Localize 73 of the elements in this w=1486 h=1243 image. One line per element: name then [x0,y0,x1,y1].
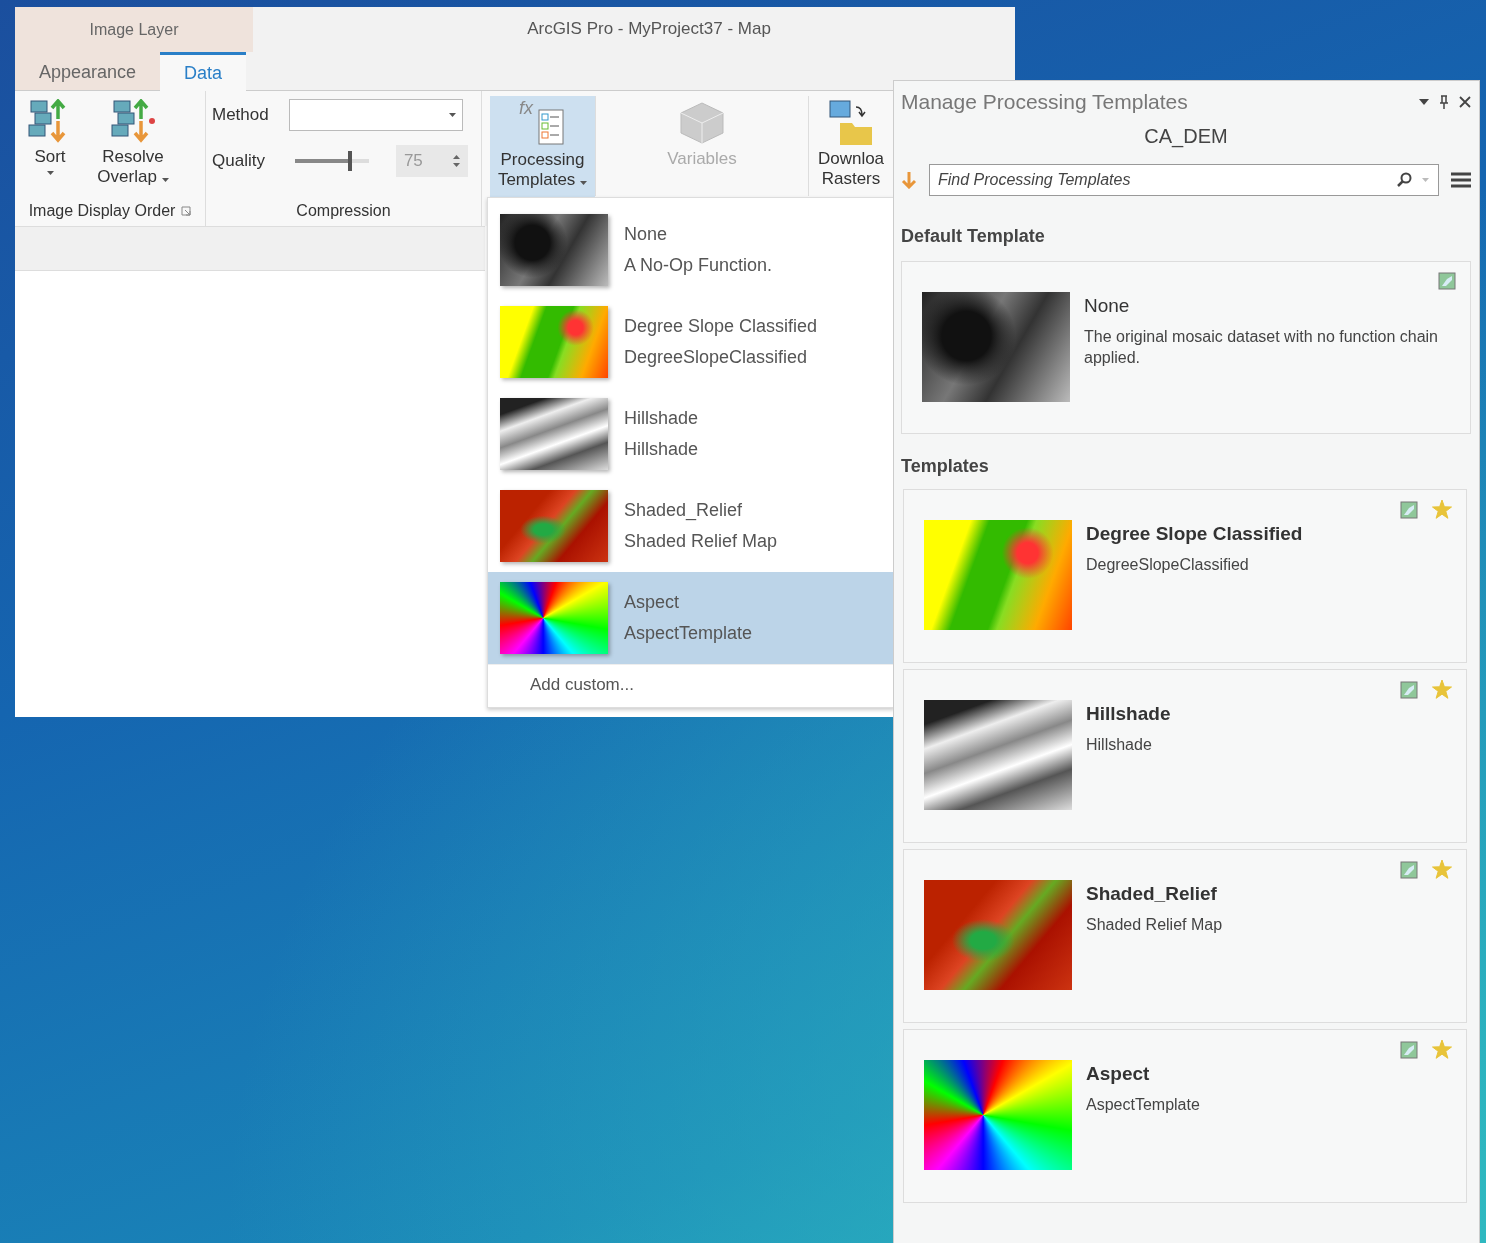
pane-title: Manage Processing Templates [901,90,1188,114]
template-name: Aspect [624,592,681,613]
template-name: None [1084,295,1131,317]
template-name: Hillshade [1086,703,1171,725]
download-folder-icon [828,99,874,145]
template-name: Aspect [1086,1063,1151,1085]
resolve-overlap-button[interactable]: Resolve Overlap [93,97,173,202]
star-icon[interactable] [1432,680,1452,699]
caret-icon [46,170,54,175]
template-description: AspectTemplate [1086,1095,1200,1115]
template-card[interactable]: Hillshade Hillshade [903,669,1467,843]
group-label: Image Display Order [28,202,176,220]
pin-icon[interactable] [1439,95,1449,109]
ribbon-tab[interactable]: Appearance [15,52,161,90]
template-card[interactable]: Aspect AspectTemplate [903,1029,1467,1203]
layer-name: CA_DEM [1143,125,1229,148]
menu-icon[interactable] [1451,172,1471,188]
ribbon-tab[interactable]: Data [160,52,247,91]
star-icon[interactable] [1432,500,1452,519]
template-description: DegreeSlopeClassified [624,347,809,368]
window-title: ArcGIS Pro - MyProject37 - Map [526,18,772,40]
template-description: AspectTemplate [624,623,753,644]
template-card[interactable]: Degree Slope Classified DegreeSlopeClassified [903,489,1467,663]
template-name: Shaded_Relief [1086,883,1218,905]
cube-icon [679,101,725,145]
section-heading: Templates [901,456,990,477]
template-name: None [624,224,669,245]
template-menu-item[interactable]: Degree Slope Classified DegreeSlopeClassified [488,296,894,388]
processing-templates-button[interactable]: fx Processing Templates [490,96,595,198]
close-icon[interactable] [1459,96,1471,108]
star-icon[interactable] [1432,860,1452,879]
contextual-tab-label: Image Layer [15,7,253,52]
sort-button[interactable]: Sort [23,97,77,202]
template-name: Hillshade [624,408,699,429]
down-arrow-icon[interactable] [901,171,917,189]
sort-icon [110,99,156,143]
image-icon[interactable] [1400,1040,1418,1059]
template-card[interactable]: None The original mosaic dataset with no function chain applied. [901,261,1471,434]
image-icon[interactable] [1400,860,1418,879]
image-icon[interactable] [1438,272,1456,290]
template-description: The original mosaic dataset with no function chain applied. [1084,327,1439,368]
method-dropdown[interactable] [288,99,463,131]
template-description: Hillshade [624,439,699,460]
template-menu-item[interactable]: None A No-Op Function. [488,204,894,296]
group-label: Compression [296,202,391,220]
spinner-arrows-icon[interactable] [452,154,460,168]
template-description: DegreeSlopeClassified [1086,555,1250,575]
template-menu-item[interactable]: Aspect AspectTemplate [488,572,894,664]
template-description: Shaded Relief Map [1086,915,1223,935]
template-description: A No-Op Function. [624,255,773,276]
template-menu-item[interactable]: Hillshade Hillshade [488,388,894,480]
template-name: Shaded_Relief [624,500,744,521]
slider-thumb[interactable] [348,151,353,171]
star-icon[interactable] [1432,1040,1452,1059]
caret-icon [448,113,456,117]
template-name: Degree Slope Classified [1086,523,1303,545]
download-rasters-button[interactable]: Downloa Rasters [815,97,887,193]
section-heading: Default Template [901,226,1046,247]
template-card[interactable]: Shaded_Relief Shaded Relief Map [903,849,1467,1023]
template-description: Shaded Relief Map [624,531,778,552]
caret-icon [580,180,588,185]
image-icon[interactable] [1400,680,1418,699]
quality-label: Quality [212,151,266,171]
caret-icon [161,177,169,182]
caret-icon[interactable] [1419,99,1429,105]
image-icon[interactable] [1400,500,1418,519]
template-name: Degree Slope Classified [624,316,818,337]
template-description: Hillshade [1086,735,1153,755]
search-field[interactable]: Find Processing Templates [929,164,1439,196]
template-menu-item[interactable]: Shaded_Relief Shaded Relief Map [488,480,894,572]
launcher-icon[interactable] [181,206,192,216]
method-label: Method [212,105,270,125]
search-icon[interactable] [1396,172,1412,188]
